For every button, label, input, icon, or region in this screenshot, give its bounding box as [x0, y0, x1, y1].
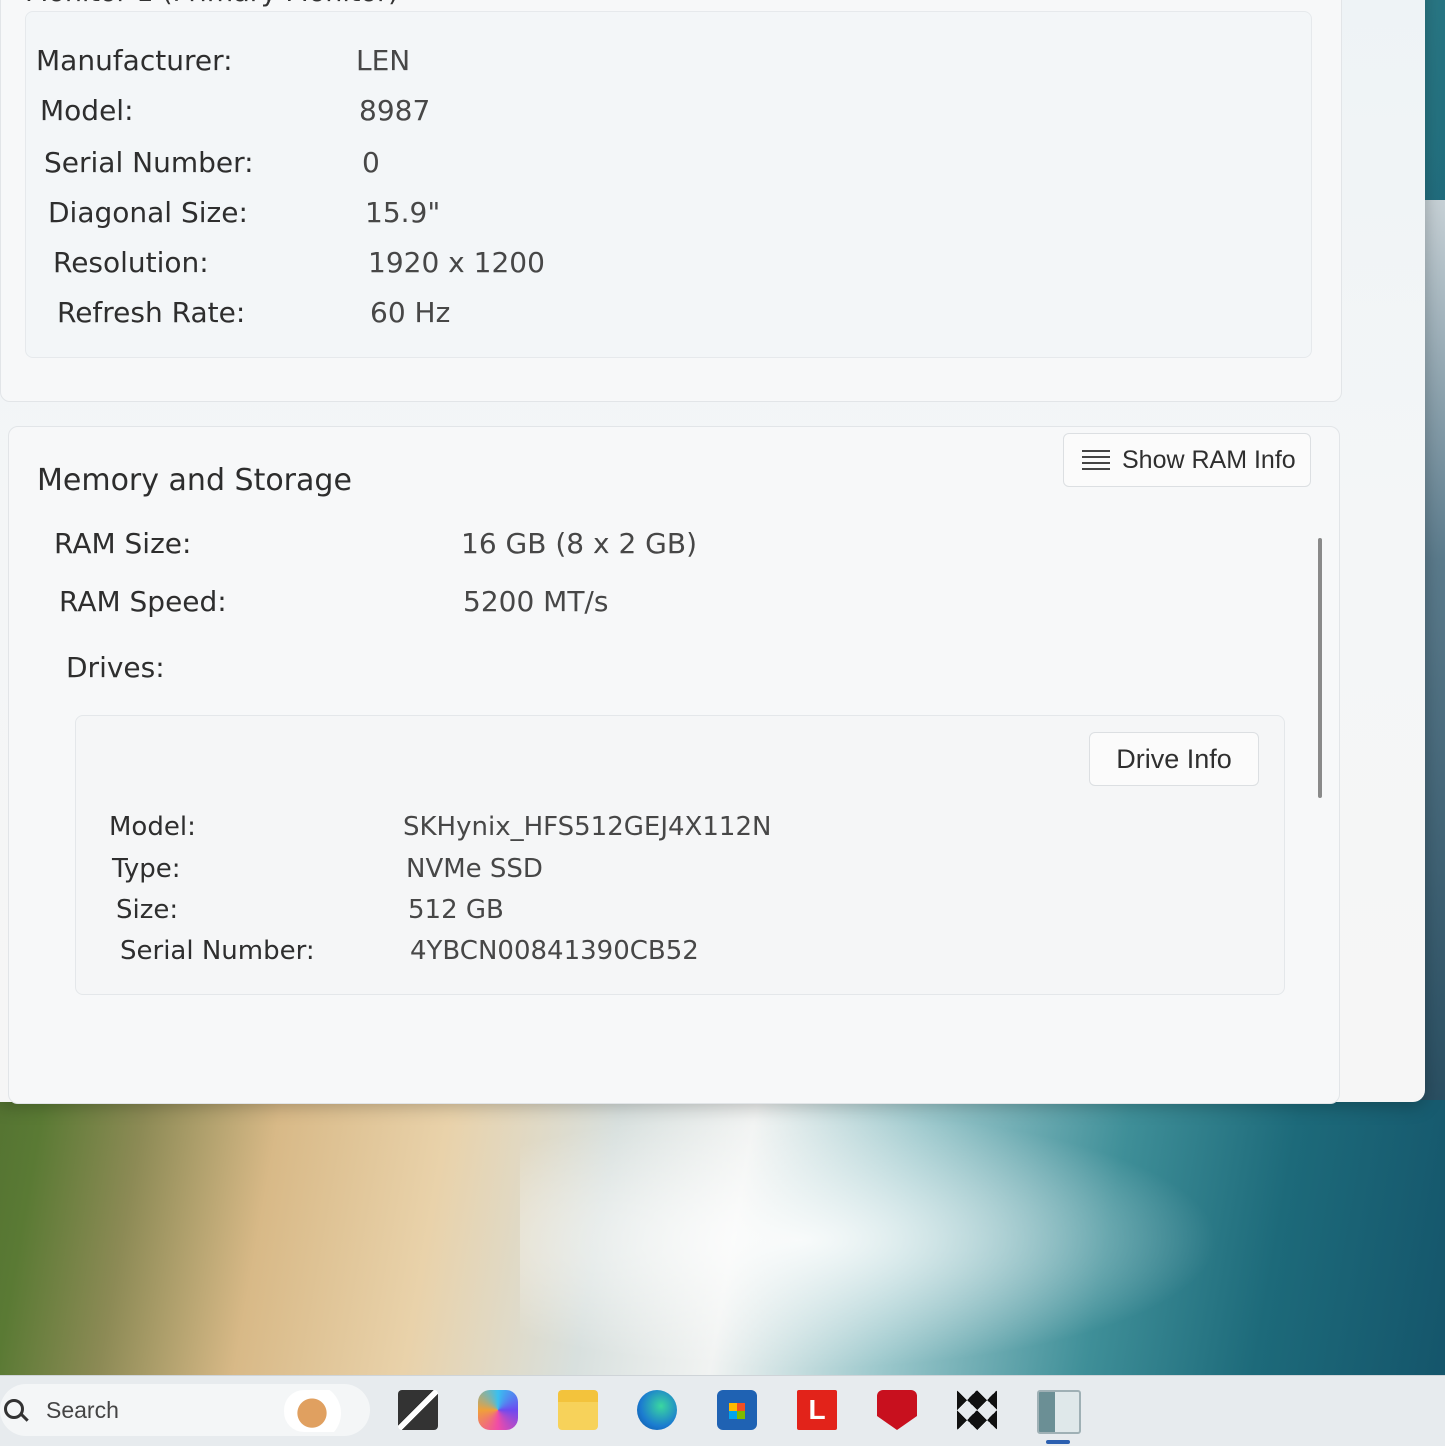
monitor-card: Monitor 1 (Primary Monitor) Manufacturer… [0, 0, 1342, 402]
taskbar-search-box[interactable]: Search [0, 1384, 370, 1436]
drives-label: Drives: [66, 651, 165, 684]
search-highlight-icon[interactable] [284, 1390, 354, 1432]
taskbar: Search L [0, 1375, 1445, 1446]
serial-number-value: 0 [362, 146, 380, 179]
scrollbar-thumb[interactable] [1318, 538, 1322, 798]
show-ram-info-label: Show RAM Info [1122, 445, 1296, 474]
list-icon [1082, 449, 1110, 471]
dropbox-icon[interactable] [957, 1390, 997, 1430]
drive-type-value: NVMe SSD [406, 854, 543, 884]
drive-model-label: Model: [109, 812, 196, 842]
drive-serial-value: 4YBCN00841390CB52 [410, 936, 699, 966]
store-icon[interactable] [717, 1390, 757, 1430]
app-icon[interactable] [1037, 1390, 1081, 1434]
ram-size-value: 16 GB (8 x 2 GB) [461, 527, 697, 560]
drive-type-label: Type: [112, 854, 181, 884]
ram-size-label: RAM Size: [54, 527, 192, 560]
drive-model-value: SKHynix_HFS512GEJ4X112N [403, 812, 772, 842]
ram-speed-value: 5200 MT/s [463, 585, 609, 618]
refresh-rate-value: 60 Hz [370, 296, 451, 329]
wallpaper-surf [520, 1110, 1220, 1370]
monitor-details-panel: Manufacturer: LEN Model: 8987 Serial Num… [25, 11, 1312, 358]
active-app-indicator [1046, 1440, 1070, 1444]
lenovo-icon[interactable]: L [797, 1390, 837, 1430]
resolution-value: 1920 x 1200 [368, 246, 545, 279]
drive-size-label: Size: [116, 895, 179, 925]
ram-speed-label: RAM Speed: [59, 585, 227, 618]
search-icon [4, 1399, 26, 1421]
drive-serial-label: Serial Number: [120, 936, 315, 966]
system-info-window: Monitor 1 (Primary Monitor) Manufacturer… [0, 0, 1425, 1104]
search-placeholder: Search [46, 1396, 119, 1423]
diagonal-size-label: Diagonal Size: [48, 196, 248, 229]
refresh-rate-label: Refresh Rate: [57, 296, 246, 329]
serial-number-label: Serial Number: [44, 146, 254, 179]
file-explorer-icon[interactable] [558, 1390, 598, 1430]
model-value: 8987 [359, 94, 431, 127]
diagonal-size-value: 15.9" [365, 196, 441, 229]
edge-icon[interactable] [637, 1390, 677, 1430]
mcafee-icon[interactable] [877, 1390, 917, 1430]
manufacturer-label: Manufacturer: [36, 44, 233, 77]
resolution-label: Resolution: [53, 246, 209, 279]
model-label: Model: [40, 94, 134, 127]
manufacturer-value: LEN [356, 44, 411, 77]
drive-info-button[interactable]: Drive Info [1089, 732, 1259, 786]
copilot-icon[interactable] [478, 1390, 518, 1430]
memory-storage-card: Memory and Storage Show RAM Info RAM Siz… [8, 426, 1340, 1104]
drive-size-value: 512 GB [408, 895, 504, 925]
task-view-icon[interactable] [398, 1390, 438, 1430]
monitor-title: Monitor 1 (Primary Monitor) [25, 0, 399, 8]
memory-storage-title: Memory and Storage [37, 463, 352, 498]
show-ram-info-button[interactable]: Show RAM Info [1063, 433, 1311, 487]
